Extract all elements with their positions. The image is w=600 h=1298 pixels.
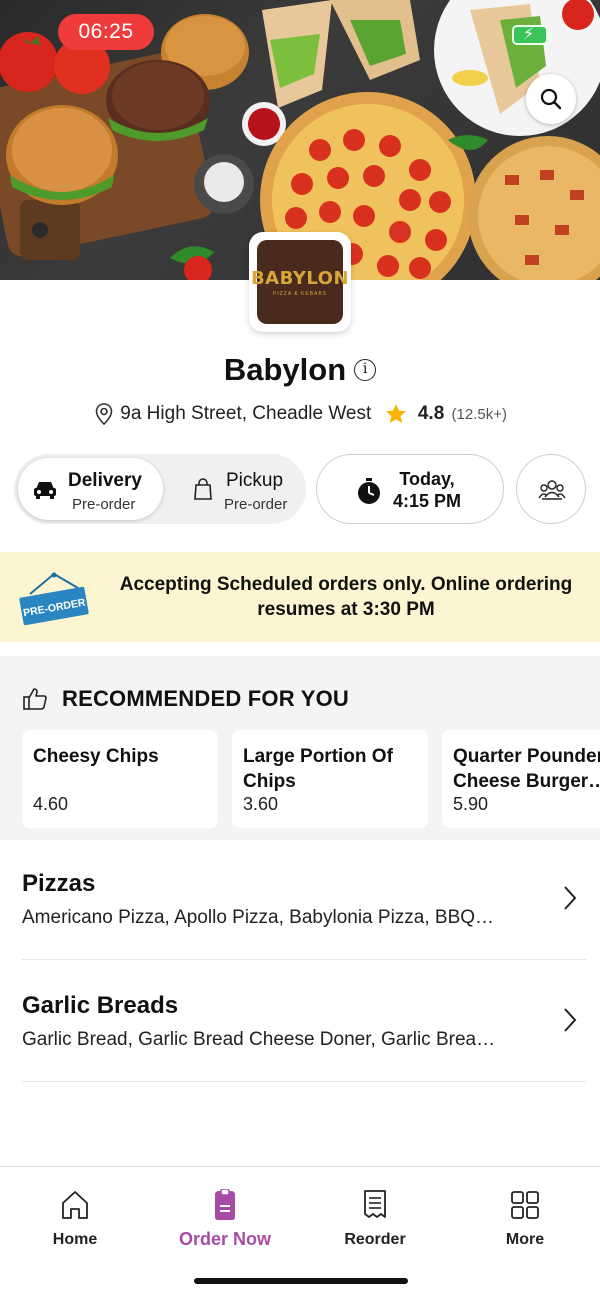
nav-reorder-label: Reorder <box>344 1231 406 1248</box>
item-name: Quarter Pounder Cheese Burger… <box>453 746 600 792</box>
store-title: Babylon i <box>0 350 600 388</box>
category-row-pizzas[interactable]: Pizzas Americano Pizza, Apollo Pizza, Ba… <box>0 840 600 960</box>
home-indicator[interactable] <box>194 1278 408 1284</box>
rating-count: (12.5k+) <box>451 405 507 423</box>
recommended-item[interactable]: Cheesy Chips 4.60 <box>22 730 218 828</box>
item-price: 3.60 <box>243 794 279 814</box>
timer-icon <box>358 478 380 504</box>
store-address[interactable]: 9a High Street, Cheadle West <box>120 403 371 425</box>
store-name: Babylon <box>223 351 347 387</box>
battery-icon: ⚡ <box>512 25 552 45</box>
nav-home[interactable]: Home <box>10 1189 140 1249</box>
grid-icon <box>511 1191 539 1219</box>
logo-text: BABYLON <box>250 267 350 289</box>
nav-more-label: More <box>505 1231 545 1248</box>
order-icon <box>215 1189 235 1220</box>
category-description: Americano Pizza, Apollo Pizza, Babylonia… <box>22 907 495 928</box>
info-icon[interactable]: i <box>354 358 377 381</box>
item-name: Large Portion Of Chips <box>243 746 393 792</box>
thumbs-up-icon <box>23 688 47 710</box>
nav-more[interactable]: More <box>460 1189 590 1249</box>
divider <box>22 1081 586 1082</box>
delivery-sublabel: Pre-order <box>72 496 136 513</box>
item-price: 5.90 <box>453 794 489 814</box>
schedule-time: 4:15 PM <box>393 491 462 511</box>
recommended-item[interactable]: Quarter Pounder Cheese Burger… 5.90 <box>442 730 600 828</box>
delivery-option[interactable]: Delivery Pre-order <box>18 458 163 520</box>
recommended-item[interactable]: Large Portion Of Chips 3.60 <box>232 730 428 828</box>
shopping-bag-icon <box>194 478 212 500</box>
nav-home-label: Home <box>52 1231 98 1248</box>
category-row-garlic-breads[interactable]: Garlic Breads Garlic Bread, Garlic Bread… <box>0 962 600 1082</box>
search-icon <box>540 88 562 110</box>
pickup-label: Pickup <box>226 470 284 491</box>
home-icon <box>62 1191 88 1219</box>
preorder-tag-icon: PRE-ORDER <box>19 572 89 626</box>
star-icon <box>385 404 406 423</box>
nav-order-now-label: Order Now <box>178 1229 271 1249</box>
logo-subtext: PIZZA & KEBABS <box>272 290 327 297</box>
order-mode-toggle: Delivery Pre-order Pickup Pre-order <box>14 454 306 524</box>
item-price: 4.60 <box>33 794 69 814</box>
nav-reorder[interactable]: Reorder <box>310 1189 440 1249</box>
search-button[interactable] <box>526 74 576 124</box>
rating-value: 4.8 <box>417 403 445 424</box>
category-title: Garlic Breads <box>22 992 179 1019</box>
category-title: Pizzas <box>22 870 96 897</box>
pickup-option[interactable]: Pickup Pre-order <box>166 458 302 520</box>
banner-message: Accepting Scheduled orders only. Online … <box>119 574 573 620</box>
group-order-button[interactable] <box>516 454 586 524</box>
divider <box>22 959 586 960</box>
schedule-time-button[interactable]: Today, 4:15 PM <box>316 454 504 524</box>
item-name: Cheesy Chips <box>33 746 159 767</box>
delivery-label: Delivery <box>68 470 142 491</box>
preorder-banner: PRE-ORDER Accepting Scheduled orders onl… <box>0 552 600 642</box>
category-description: Garlic Bread, Garlic Bread Cheese Doner,… <box>22 1029 496 1050</box>
location-pin-icon <box>95 403 113 426</box>
store-logo: BABYLON PIZZA & KEBABS <box>249 232 351 332</box>
pickup-sublabel: Pre-order <box>224 496 288 513</box>
chevron-right-icon <box>564 1008 577 1032</box>
schedule-day: Today, <box>399 469 455 489</box>
chevron-right-icon <box>564 886 577 910</box>
nav-order-now[interactable]: Order Now <box>160 1189 290 1250</box>
status-time: 06:25 <box>58 14 154 50</box>
recommended-title: RECOMMENDED FOR YOU <box>62 686 349 711</box>
car-icon <box>34 482 56 499</box>
group-icon <box>538 480 566 500</box>
receipt-icon <box>364 1190 386 1218</box>
recommended-section: RECOMMENDED FOR YOU Cheesy Chips 4.60 La… <box>0 656 600 840</box>
category-row-partial[interactable] <box>22 1106 92 1116</box>
store-meta: 9a High Street, Cheadle West 4.8 (12.5k+… <box>0 402 600 426</box>
